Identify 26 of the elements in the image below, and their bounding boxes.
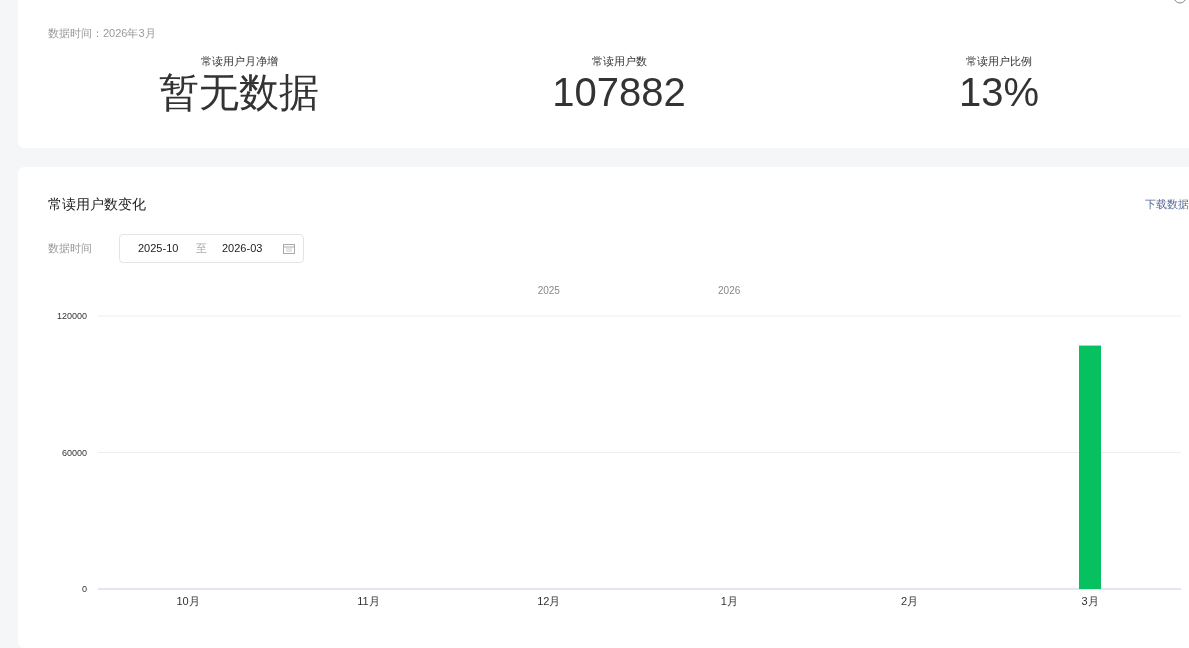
year-label: 2025 [537, 285, 560, 296]
card-title: 常读用户数变化 [48, 195, 146, 213]
metric-label: 常读用户月净增 [200, 54, 278, 68]
data-time-text: 数据时间：2026年3月 [48, 26, 156, 40]
x-axis-label: 12月 [537, 595, 561, 607]
metric-value: 13% [958, 70, 1040, 114]
date-range-picker[interactable]: 2025-10 至 2026-03 [119, 234, 304, 263]
end-date: 2026-03 [222, 241, 264, 257]
download-link[interactable]: 下载数据 [1145, 195, 1189, 213]
start-date: 2025-10 [138, 241, 180, 257]
metric-value: 暂无数据 [159, 70, 319, 114]
x-axis-label: 2月 [901, 595, 919, 607]
y-axis-label: 120000 [56, 311, 87, 321]
x-axis-label: 10月 [176, 595, 200, 607]
x-axis-label: 3月 [1081, 595, 1099, 607]
calendar-icon [283, 243, 295, 254]
x-axis-label: 1月 [720, 595, 738, 607]
date-label: 数据时间 [48, 241, 93, 257]
range-separator: 至 [196, 241, 208, 257]
x-axis-label: 11月 [357, 595, 380, 607]
y-axis-label: 60000 [61, 447, 87, 458]
metric-label: 常读用户数 [591, 54, 647, 68]
year-label: 2026 [718, 285, 741, 296]
metric-value: 107882 [552, 70, 686, 114]
y-axis-label: 0 [82, 584, 87, 594]
metric-label: 常读用户比例 [966, 54, 1032, 68]
